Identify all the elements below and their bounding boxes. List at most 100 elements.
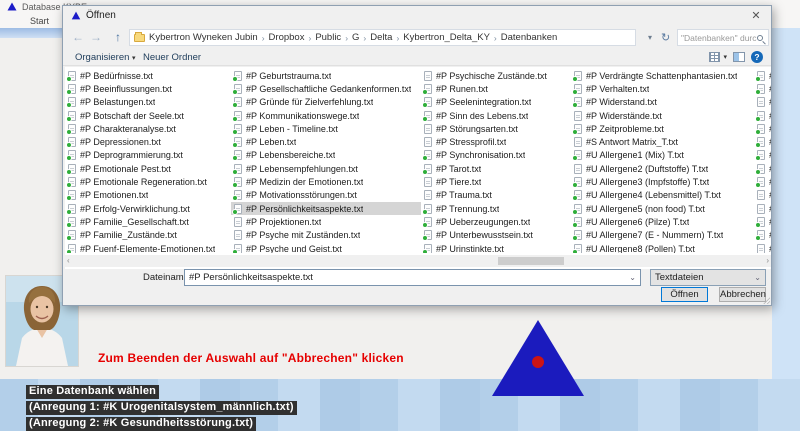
file-item[interactable]: #U — [754, 109, 771, 122]
file-item[interactable]: #P Familie_Zustände.txt — [65, 229, 231, 242]
file-item[interactable]: #U Allergene2 (Duftstoffe) T.txt — [571, 162, 754, 175]
file-item[interactable]: #P Depressionen.txt — [65, 135, 231, 148]
file-item[interactable]: #P Emotionale Regeneration.txt — [65, 175, 231, 188]
file-item[interactable]: #P Gesellschaftliche Gedankenformen.txt — [231, 82, 421, 95]
file-item[interactable]: #P Lebensbereiche.txt — [231, 149, 421, 162]
file-item[interactable]: #P Tarot.txt — [421, 162, 571, 175]
file-item[interactable]: #P Verhalten.txt — [571, 82, 754, 95]
file-item[interactable]: #U — [754, 82, 771, 95]
breadcrumb-crumb[interactable]: Kybertron_Delta_KY — [403, 32, 490, 43]
file-item[interactable]: #Z — [754, 242, 771, 253]
dialog-titlebar[interactable]: Öffnen ✕ — [63, 6, 771, 26]
file-item[interactable]: #P Charakteranalyse.txt — [65, 122, 231, 135]
file-item[interactable]: #U Allergene6 (Pilze) T.txt — [571, 215, 754, 228]
file-item[interactable]: #P Urinstinkte.txt — [421, 242, 571, 253]
file-item[interactable]: #P Beeinflussungen.txt — [65, 82, 231, 95]
file-item[interactable]: #P Zeitprobleme.txt — [571, 122, 754, 135]
file-item[interactable]: #P Psyche und Geist.txt — [231, 242, 421, 253]
file-item[interactable]: #P Leben - Timeline.txt — [231, 122, 421, 135]
file-item[interactable]: #U Allergene4 (Lebensmittel) T.txt — [571, 189, 754, 202]
menu-start[interactable]: Start — [30, 16, 49, 26]
file-item[interactable]: #U — [754, 135, 771, 148]
file-item[interactable]: #U Allergene3 (Impfstoffe) T.txt — [571, 175, 754, 188]
close-icon[interactable]: ✕ — [741, 6, 771, 26]
file-item[interactable]: #P Gründe für Zielverfehlung.txt — [231, 96, 421, 109]
file-item[interactable]: #P Widerstand.txt — [571, 96, 754, 109]
file-item[interactable]: #P Unterbewusstsein.txt — [421, 229, 571, 242]
organize-button[interactable]: Organisieren ▾ — [75, 52, 136, 63]
resize-grip[interactable] — [763, 297, 770, 304]
file-item[interactable]: #P Stressprofil.txt — [421, 135, 571, 148]
filetype-select[interactable]: Textdateien ⌄ — [650, 269, 766, 286]
file-item[interactable]: #P Botschaft der Seele.txt — [65, 109, 231, 122]
breadcrumb-crumb[interactable]: Kybertron Wyneken Jubin — [149, 32, 258, 43]
breadcrumb-chevron-down-icon[interactable]: ▾ — [648, 33, 652, 42]
view-chevron-down-icon[interactable]: ▾ — [723, 53, 727, 61]
file-item[interactable]: #U — [754, 215, 771, 228]
forward-icon[interactable]: → — [90, 30, 102, 44]
filename-input[interactable]: #P Persönlichkeitsaspekte.txt ⌄ — [184, 269, 641, 286]
breadcrumb-crumb[interactable]: Public — [315, 32, 341, 43]
cancel-button[interactable]: Abbrechen — [719, 287, 766, 302]
view-options-icon[interactable] — [709, 52, 720, 62]
file-item[interactable]: #P Synchronisation.txt — [421, 149, 571, 162]
file-item[interactable]: #U Allergene7 (E - Nummern) T.txt — [571, 229, 754, 242]
file-item[interactable]: #P Trauma.txt — [421, 189, 571, 202]
file-item[interactable]: #P Familie_Gesellschaft.txt — [65, 215, 231, 228]
open-button[interactable]: Öffnen — [661, 287, 708, 302]
filename-chevron-down-icon[interactable]: ⌄ — [629, 273, 636, 282]
file-item[interactable]: #P Motivationsstörungen.txt — [231, 189, 421, 202]
up-icon[interactable]: ↑ — [115, 30, 121, 44]
breadcrumb-crumb[interactable]: Dropbox — [269, 32, 305, 43]
file-item[interactable]: #U — [754, 96, 771, 109]
breadcrumb[interactable]: Kybertron Wyneken Jubin›Dropbox›Public›G… — [129, 29, 636, 46]
file-item[interactable]: #U — [754, 162, 771, 175]
new-folder-button[interactable]: Neuer Ordner — [143, 52, 201, 63]
file-item[interactable]: #U Allergene1 (Mix) T.txt — [571, 149, 754, 162]
file-item[interactable]: #U — [754, 69, 771, 82]
file-item[interactable]: #P Lebensempfehlungen.txt — [231, 162, 421, 175]
scroll-left-icon[interactable]: ‹ — [67, 256, 70, 265]
file-item[interactable]: #P Tiere.txt — [421, 175, 571, 188]
file-item[interactable]: #P Projektionen.txt — [231, 215, 421, 228]
file-item[interactable]: #P Psyche mit Zuständen.txt — [231, 229, 421, 242]
file-item[interactable]: #P Sinn des Lebens.txt — [421, 109, 571, 122]
file-item[interactable]: #P Trennung.txt — [421, 202, 571, 215]
horizontal-scrollbar[interactable]: ‹ › — [65, 255, 771, 267]
file-item[interactable]: #P Ueberzeugungen.txt — [421, 215, 571, 228]
file-item[interactable]: #S Antwort Matrix_T.txt — [571, 135, 754, 148]
file-item[interactable]: #U — [754, 189, 771, 202]
help-icon[interactable]: ? — [751, 51, 763, 63]
file-item[interactable]: #U — [754, 202, 771, 215]
breadcrumb-crumb[interactable]: G — [352, 32, 359, 43]
file-item[interactable]: #P Geburtstrauma.txt — [231, 69, 421, 82]
file-item[interactable]: #P Verdrängte Schattenphantasien.txt — [571, 69, 754, 82]
search-input[interactable]: "Datenbanken" durchsuchen — [677, 29, 769, 46]
file-item[interactable]: #P Psychische Zustände.txt — [421, 69, 571, 82]
file-item[interactable]: #P Leben.txt — [231, 135, 421, 148]
refresh-icon[interactable]: ↻ — [661, 31, 670, 44]
file-item[interactable]: #P Emotionale Pest.txt — [65, 162, 231, 175]
file-item[interactable]: #P Kommunikationswege.txt — [231, 109, 421, 122]
file-item[interactable]: #P Störungsarten.txt — [421, 122, 571, 135]
file-item[interactable]: #P Seelenintegration.txt — [421, 96, 571, 109]
file-item[interactable]: #U — [754, 175, 771, 188]
file-item[interactable]: #P Widerstände.txt — [571, 109, 754, 122]
file-item[interactable]: #P Medizin der Emotionen.txt — [231, 175, 421, 188]
file-item[interactable]: #P Fuenf-Elemente-Emotionen.txt — [65, 242, 231, 253]
file-item[interactable]: #P Emotionen.txt — [65, 189, 231, 202]
preview-pane-icon[interactable] — [733, 52, 745, 62]
file-item[interactable]: #P Belastungen.txt — [65, 96, 231, 109]
scroll-right-icon[interactable]: › — [766, 256, 769, 265]
file-item[interactable]: #P Deprogrammierung.txt — [65, 149, 231, 162]
breadcrumb-crumb[interactable]: Delta — [370, 32, 392, 43]
file-item[interactable]: #U Allergene5 (non food) T.txt — [571, 202, 754, 215]
back-icon[interactable]: ← — [72, 30, 84, 44]
search-icon[interactable] — [757, 35, 763, 41]
breadcrumb-crumb[interactable]: Datenbanken — [501, 32, 558, 43]
file-item[interactable]: #U — [754, 149, 771, 162]
file-item[interactable]: #P Runen.txt — [421, 82, 571, 95]
file-item[interactable]: #U — [754, 122, 771, 135]
file-item[interactable]: #U — [754, 229, 771, 242]
scrollbar-thumb[interactable] — [498, 257, 564, 265]
